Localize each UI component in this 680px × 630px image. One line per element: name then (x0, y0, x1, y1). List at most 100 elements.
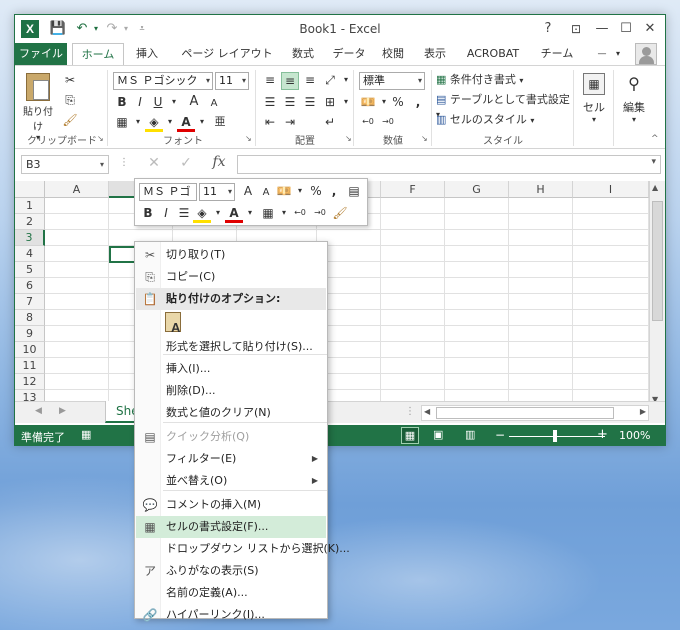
collapse-ribbon-icon[interactable]: ^ (651, 134, 659, 144)
mini-increase-decimal-icon[interactable]: ←0 (291, 205, 309, 223)
row-header[interactable]: 7 (15, 294, 45, 310)
clipboard-launcher-icon[interactable]: ↘ (97, 134, 104, 143)
minimize-button[interactable]: — (591, 19, 613, 39)
menu-item-define-name[interactable]: 名前の定義(A)... (136, 582, 326, 604)
enter-icon[interactable]: ✓ (175, 155, 197, 174)
row-header[interactable]: 5 (15, 262, 45, 278)
alignment-launcher-icon[interactable]: ↘ (345, 134, 352, 143)
paste-option-button[interactable]: A (163, 312, 185, 338)
menu-item-delete[interactable]: 削除(D)... (136, 380, 326, 402)
formula-input[interactable]: ▾ (237, 155, 661, 174)
row-header[interactable]: 2 (15, 214, 45, 230)
format-painter-icon[interactable]: 🖌 (61, 112, 79, 130)
number-launcher-icon[interactable]: ↘ (421, 134, 428, 143)
column-header[interactable]: A (45, 181, 109, 198)
mini-shrink-font-icon[interactable]: A (257, 185, 275, 203)
zoom-level[interactable]: 100% (619, 429, 650, 442)
mini-size-select[interactable]: 11 ▾ (199, 183, 235, 201)
mini-font-select[interactable]: ＭＳ Ｐゴ (139, 183, 197, 201)
tab-page-layout[interactable]: ページ レイアウト (175, 43, 279, 65)
cancel-icon[interactable]: ✕ (143, 155, 165, 174)
row-header[interactable]: 12 (15, 374, 45, 390)
page-break-view-icon[interactable]: ▥ (465, 428, 475, 441)
tab-file[interactable]: ファイル (15, 43, 67, 65)
paste-button[interactable]: 貼り付け ▾ (19, 70, 57, 142)
mini-format-table-icon[interactable]: ▤ (345, 183, 363, 201)
horizontal-scroll-thumb[interactable] (436, 407, 614, 419)
name-box[interactable]: B3 ▾ (21, 155, 109, 174)
tab-data[interactable]: データ (327, 43, 371, 65)
tab-home[interactable]: ホーム (72, 43, 124, 66)
row-header[interactable]: 3 (15, 230, 45, 246)
prev-sheet-icon[interactable]: ◀ (35, 406, 42, 416)
cells-button[interactable]: ▦ セル ▾ (577, 70, 611, 130)
column-header[interactable]: H (509, 181, 573, 198)
menu-item-insert[interactable]: 挿入(I)... (136, 358, 326, 380)
font-name-select[interactable]: ＭＳ Ｐゴシック ▾ (113, 72, 213, 90)
page-layout-view-icon[interactable]: ▣ (433, 428, 443, 441)
row-header[interactable]: 8 (15, 310, 45, 326)
zoom-in-button[interactable]: + (597, 427, 608, 442)
bold-button[interactable]: B (113, 94, 131, 112)
scroll-up-icon[interactable]: ▲ (652, 183, 658, 192)
decrease-indent-icon[interactable]: ⇤ (261, 114, 279, 132)
maximize-button[interactable]: ☐ (615, 19, 637, 39)
decrease-decimal-icon[interactable]: →0 (379, 114, 397, 132)
menu-item-filter[interactable]: フィルター(E) ▶ (136, 448, 326, 470)
macro-record-icon[interactable]: ▦ (81, 428, 91, 441)
align-bottom-icon[interactable]: ≡ (301, 72, 319, 90)
column-header[interactable]: I (573, 181, 649, 198)
tab-view[interactable]: 表示 (417, 43, 453, 65)
align-top-icon[interactable]: ≡ (261, 72, 279, 90)
wrap-text-icon[interactable]: ↵ (321, 114, 339, 132)
shrink-font-button[interactable]: A (205, 96, 223, 114)
comma-button[interactable]: , (409, 94, 427, 112)
row-header[interactable]: 10 (15, 342, 45, 358)
tab-insert[interactable]: 挿入 (127, 43, 167, 65)
tab-formulas[interactable]: 数式 (283, 43, 323, 65)
font-size-select[interactable]: 11 ▾ (215, 72, 249, 90)
row-header[interactable]: 6 (15, 278, 45, 294)
mini-grow-font-icon[interactable]: A (239, 183, 257, 201)
font-color-dropdown-icon[interactable]: ▾ (193, 114, 211, 132)
column-header[interactable]: F (381, 181, 445, 198)
scroll-left-icon[interactable]: ◀ (424, 407, 430, 416)
cut-icon[interactable]: ✂ (61, 72, 79, 90)
increase-indent-icon[interactable]: ⇥ (281, 114, 299, 132)
mini-decrease-decimal-icon[interactable]: →0 (311, 205, 329, 223)
menu-item-show-phonetic[interactable]: アふりがなの表示(S) (136, 560, 326, 582)
conditional-formatting-button[interactable]: ▦ 条件付き書式 ▾ (435, 70, 565, 88)
vertical-scrollbar[interactable]: ▲ ▼ (649, 181, 665, 409)
increase-decimal-icon[interactable]: ←0 (359, 114, 377, 132)
ribbon-display-options-button[interactable]: ⊡ (565, 19, 587, 39)
menu-item-hyperlink[interactable]: 🔗 ハイパーリンク(I)... (136, 604, 326, 626)
zoom-out-button[interactable]: − (495, 428, 505, 442)
italic-button[interactable]: I (131, 94, 149, 112)
zoom-slider-thumb[interactable] (553, 430, 557, 442)
row-header[interactable]: 11 (15, 358, 45, 374)
number-format-select[interactable]: 標準 ▾ (359, 72, 425, 90)
account-dropdown-icon[interactable]: ▾ (611, 43, 625, 65)
menu-item-clear-contents[interactable]: 数式と値のクリア(N) (136, 402, 326, 424)
select-all-corner[interactable] (15, 181, 45, 198)
avatar[interactable] (635, 43, 657, 65)
row-header[interactable]: 9 (15, 326, 45, 342)
tab-review[interactable]: 校閲 (375, 43, 411, 65)
align-left-icon[interactable]: ☰ (261, 94, 279, 112)
zoom-slider[interactable] (509, 436, 605, 437)
next-sheet-icon[interactable]: ▶ (59, 406, 66, 416)
normal-view-icon[interactable]: ▦ (401, 427, 419, 444)
mini-font-color-dropdown-icon[interactable]: ▾ (241, 205, 259, 223)
sheetbar-grip-icon[interactable]: ⋮ (405, 406, 415, 417)
tab-more-icon[interactable]: — (595, 43, 609, 65)
align-middle-icon[interactable]: ≡ (281, 72, 299, 90)
column-header[interactable]: G (445, 181, 509, 198)
tab-team[interactable]: チーム (535, 43, 579, 65)
vertical-scroll-thumb[interactable] (652, 201, 663, 321)
menu-item-copy[interactable]: ⎘ コピー(C) (136, 266, 326, 288)
row-header[interactable]: 1 (15, 198, 45, 214)
tab-acrobat[interactable]: ACROBAT (459, 43, 527, 65)
menu-item-format-cells[interactable]: ▦ セルの書式設定(F)... (136, 516, 326, 538)
mini-bold-button[interactable]: B (139, 205, 157, 223)
close-button[interactable]: ✕ (639, 19, 661, 39)
